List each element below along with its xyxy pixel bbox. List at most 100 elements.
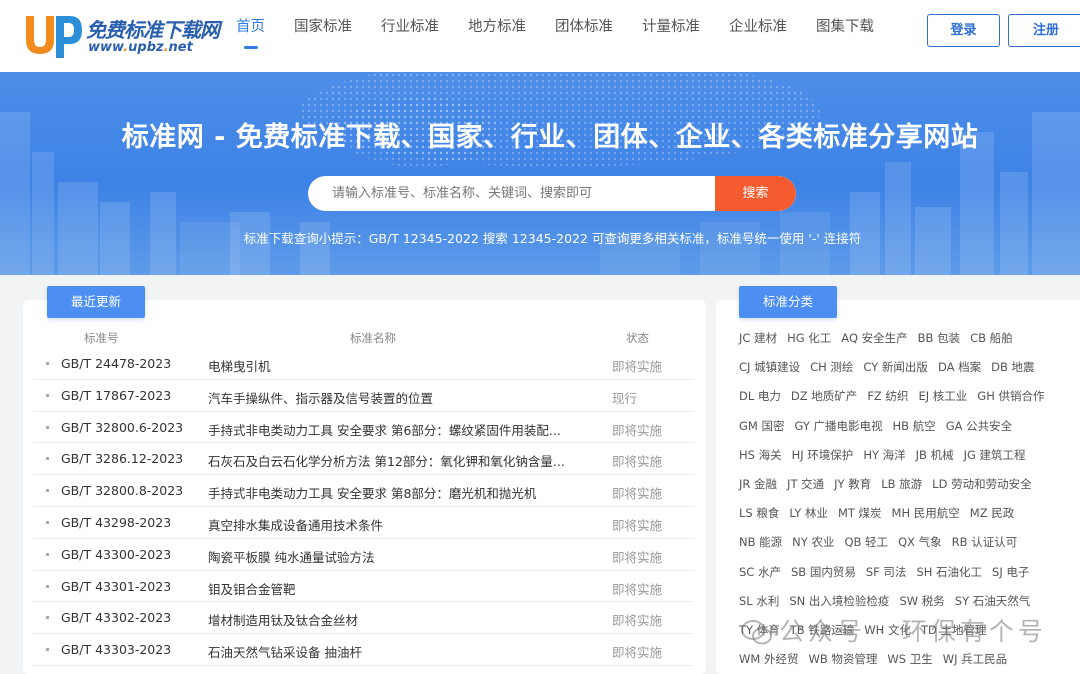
table-row[interactable]: GB/T 32800.8-2023 手持式非电类动力工具 安全要求 第8部分：磨光… (33, 475, 694, 507)
standard-status: 即将实施 (612, 454, 663, 470)
category-link[interactable]: HG 化工 (787, 329, 831, 347)
category-link[interactable]: QX 气象 (898, 533, 942, 551)
category-link[interactable]: FZ 纺织 (867, 387, 908, 405)
standard-name[interactable]: 石油天然气钻采设备 抽油杆 (208, 642, 568, 661)
standard-name[interactable]: 真空排水集成设备通用技术条件 (208, 515, 568, 534)
category-link[interactable]: HS 海关 (739, 446, 782, 464)
standard-name[interactable]: 增材制造用钛及钛合金丝材 (208, 610, 568, 629)
nav-home[interactable]: 首页 (228, 0, 273, 72)
category-link[interactable]: HJ 环境保护 (792, 446, 854, 464)
standard-code: GB/T 43301-2023 (61, 578, 172, 594)
nav-industry-standards[interactable]: 行业标准 (373, 0, 447, 72)
category-row: HS 海关 HJ 环境保护 HY 海洋 JB 机械 JG 建筑工程 (739, 444, 1080, 473)
nav-atlas-download[interactable]: 图集下载 (808, 0, 882, 72)
column-header-status: 状态 (626, 331, 649, 345)
category-link[interactable]: DL 电力 (739, 387, 781, 405)
site-logo[interactable]: 免费标准下载网 www.upbz.net (22, 10, 222, 60)
category-link[interactable]: SB 国内贸易 (791, 563, 856, 581)
category-link[interactable]: LY 林业 (789, 504, 828, 522)
category-link[interactable]: SF 司法 (866, 563, 907, 581)
category-link[interactable]: SL 水利 (739, 592, 779, 610)
category-link[interactable]: RB 认证认可 (952, 533, 1018, 551)
standard-name[interactable]: 汽车手操纵件、指示器及信号装置的位置 (208, 388, 568, 407)
register-button[interactable]: 注册 (1008, 14, 1080, 47)
category-link[interactable]: MH 民用航空 (892, 504, 960, 522)
table-row[interactable]: GB/T 17867-2023 汽车手操纵件、指示器及信号装置的位置 现行 (33, 380, 694, 412)
bullet-icon (46, 616, 49, 620)
category-link[interactable]: NB 能源 (739, 533, 782, 551)
search-button[interactable]: 搜索 (715, 176, 796, 211)
category-link[interactable]: GM 国密 (739, 417, 785, 435)
category-link[interactable]: JB 机械 (916, 446, 954, 464)
category-link[interactable]: HB 航空 (893, 417, 936, 435)
category-link[interactable]: DB 地震 (991, 358, 1034, 376)
standard-name[interactable]: 陶瓷平板膜 纯水通量试验方法 (208, 547, 568, 566)
nav-metrology-standards[interactable]: 计量标准 (634, 0, 708, 72)
category-link[interactable]: JR 金融 (739, 475, 777, 493)
login-button[interactable]: 登录 (927, 14, 1000, 47)
category-link[interactable]: GH 供销合作 (977, 387, 1044, 405)
category-link[interactable]: MZ 民政 (970, 504, 1014, 522)
table-row[interactable]: GB/T 43301-2023 钼及钼合金管靶 即将实施 (33, 571, 694, 603)
category-link[interactable]: SJ 电子 (992, 563, 1029, 581)
category-link[interactable]: CY 新闻出版 (863, 358, 928, 376)
standard-name[interactable]: 石灰石及白云石化学分析方法 第12部分：氧化钾和氧化钠含量... (208, 451, 568, 470)
category-link[interactable]: NY 农业 (792, 533, 834, 551)
table-row[interactable]: GB/T 43302-2023 增材制造用钛及钛合金丝材 即将实施 (33, 602, 694, 635)
table-row[interactable]: GB/T 43303-2023 石油天然气钻采设备 抽油杆 即将实施 (33, 634, 694, 666)
category-link[interactable]: DZ 地质矿产 (791, 387, 857, 405)
standard-name[interactable]: 电梯曳引机 (208, 356, 568, 375)
category-link[interactable]: LS 粮食 (739, 504, 779, 522)
category-link[interactable]: JG 建筑工程 (964, 446, 1026, 464)
category-link[interactable]: GY 广播电影电视 (795, 417, 883, 435)
logo-title: 免费标准下载网 (86, 18, 220, 42)
nav-local-standards[interactable]: 地方标准 (460, 0, 534, 72)
table-row[interactable]: GB/T 43300-2023 陶瓷平板膜 纯水通量试验方法 即将实施 (33, 539, 694, 571)
category-link[interactable]: HY 海洋 (863, 446, 905, 464)
tab-standard-categories[interactable]: 标准分类 (739, 286, 837, 318)
category-link[interactable]: GA 公共安全 (946, 417, 1012, 435)
category-link[interactable]: MT 煤炭 (838, 504, 882, 522)
category-link[interactable]: EJ 核工业 (918, 387, 967, 405)
category-row: CJ 城镇建设 CH 测绘 CY 新闻出版 DA 档案 DB 地震 (739, 356, 1080, 385)
nav-group-standards[interactable]: 团体标准 (547, 0, 621, 72)
category-link[interactable]: WJ 兵工民品 (943, 650, 1007, 668)
category-link[interactable]: SY 石油天然气 (955, 592, 1030, 610)
nav-national-standards[interactable]: 国家标准 (286, 0, 360, 72)
category-link[interactable]: BB 包装 (918, 329, 960, 347)
standard-status: 即将实施 (612, 422, 663, 438)
category-link[interactable]: JT 交通 (787, 475, 824, 493)
category-link[interactable]: CB 船舶 (970, 329, 1013, 347)
standard-name[interactable]: 手持式非电类动力工具 安全要求 第6部分：螺纹紧固件用装配... (208, 420, 568, 439)
category-link[interactable]: CH 测绘 (810, 358, 853, 376)
category-link[interactable]: SW 税务 (899, 592, 944, 610)
category-link[interactable]: JY 教育 (834, 475, 871, 493)
standard-name[interactable]: 手持式非电类动力工具 安全要求 第8部分：磨光机和抛光机 (208, 483, 568, 502)
bullet-icon (46, 362, 49, 365)
nav-enterprise-standards[interactable]: 企业标准 (721, 0, 795, 72)
table-row[interactable]: GB/T 24478-2023 电梯曳引机 即将实施 (33, 348, 694, 380)
category-link[interactable]: WS 卫生 (887, 650, 932, 668)
category-link[interactable]: SN 出入境检验检疫 (789, 592, 889, 610)
standard-name[interactable]: 钼及钼合金管靶 (208, 579, 568, 598)
bullet-icon (46, 489, 49, 493)
search-input[interactable] (308, 176, 716, 211)
category-link[interactable]: CJ 城镇建设 (739, 358, 800, 376)
category-link[interactable]: WB 物资管理 (808, 650, 877, 668)
category-link[interactable]: WM 外经贸 (739, 650, 798, 668)
tab-recent-updates[interactable]: 最近更新 (47, 286, 145, 318)
table-row[interactable]: GB/T 43298-2023 真空排水集成设备通用技术条件 即将实施 (33, 507, 694, 539)
category-link[interactable]: DA 档案 (938, 358, 981, 376)
category-link[interactable]: AQ 安全生产 (841, 329, 907, 347)
category-link[interactable]: QB 轻工 (844, 533, 888, 551)
category-link[interactable]: SC 水产 (739, 563, 781, 581)
category-link[interactable]: LB 旅游 (881, 475, 922, 493)
bullet-icon (46, 425, 49, 429)
bullet-icon (46, 648, 49, 652)
category-link[interactable]: JC 建材 (739, 329, 777, 347)
category-row: LS 粮食 LY 林业 MT 煤炭 MH 民用航空 MZ 民政 (739, 502, 1080, 531)
table-row[interactable]: GB/T 32800.6-2023 手持式非电类动力工具 安全要求 第6部分：螺纹… (33, 412, 694, 444)
category-link[interactable]: SH 石油化工 (916, 563, 982, 581)
table-row[interactable]: GB/T 3286.12-2023 石灰石及白云石化学分析方法 第12部分：氧化钾… (33, 443, 694, 476)
category-link[interactable]: LD 劳动和劳动安全 (932, 475, 1031, 493)
